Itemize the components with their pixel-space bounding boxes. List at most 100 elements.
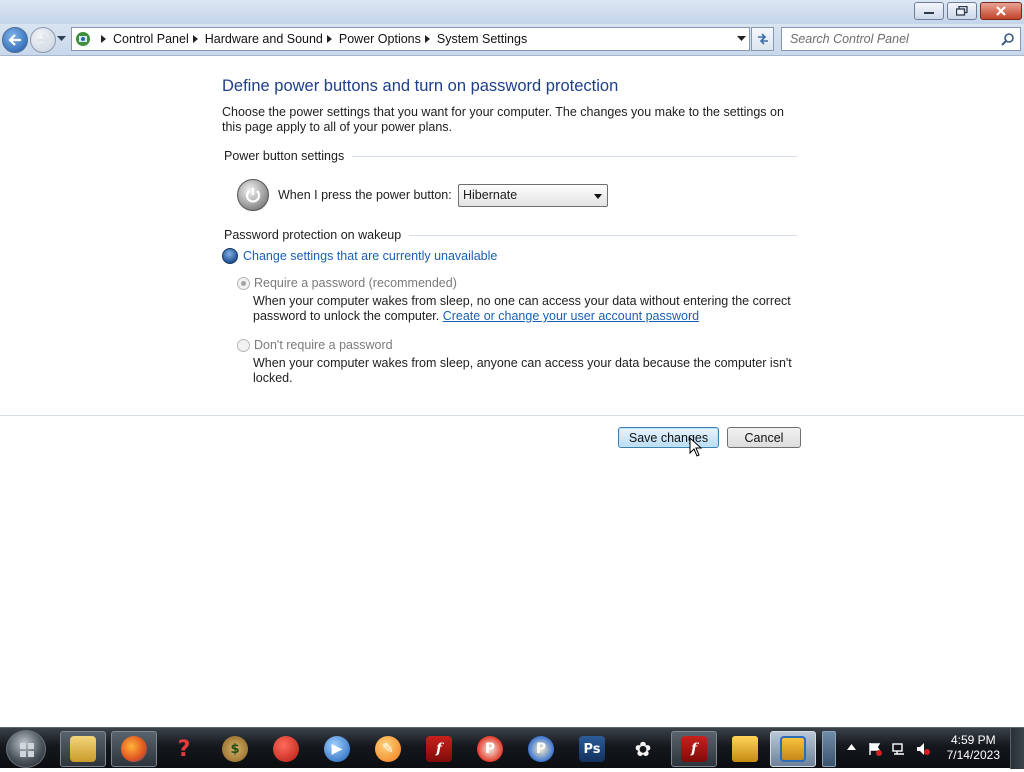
start-button[interactable] — [6, 730, 46, 768]
power-button-setting-row: When I press the power button: Hibernate — [237, 178, 608, 212]
search-input[interactable] — [788, 29, 998, 49]
button-area-divider — [0, 415, 1024, 416]
forward-arrow-icon — [37, 34, 50, 46]
taskbar-firefox[interactable] — [111, 731, 157, 767]
red-creature-icon — [273, 736, 299, 762]
cancel-button[interactable]: Cancel — [727, 427, 801, 448]
network-icon[interactable] — [892, 742, 906, 756]
taskbar-money-app[interactable]: $ — [212, 731, 258, 767]
dont-require-password-option: Don't require a password When your compu… — [237, 338, 793, 386]
search-box[interactable] — [781, 27, 1021, 51]
taskbar-red-game[interactable] — [263, 731, 309, 767]
restore-icon — [956, 6, 968, 16]
section-divider — [409, 235, 797, 236]
breadcrumb-power-options[interactable]: Power Options — [339, 32, 437, 46]
radio-description: When your computer wakes from sleep, no … — [253, 294, 793, 324]
taskbar-p-app-red[interactable]: P — [467, 731, 513, 767]
p-letter-icon: P — [477, 736, 503, 762]
close-button[interactable] — [980, 2, 1022, 20]
flower-icon: ✿ — [634, 737, 652, 761]
power-button-action-select[interactable]: Hibernate — [458, 183, 608, 207]
taskbar-flower-game[interactable]: ✿ — [620, 731, 666, 767]
refresh-button[interactable] — [751, 27, 774, 51]
create-password-link[interactable]: Create or change your user account passw… — [443, 309, 699, 323]
radio-description: When your computer wakes from sleep, any… — [253, 356, 792, 385]
system-tray: 4:59 PM 7/14/2023 — [840, 728, 1024, 769]
breadcrumb-label: Hardware and Sound — [204, 32, 323, 46]
change-unavailable-settings-link[interactable]: Change settings that are currently unava… — [222, 248, 497, 264]
page-description: Choose the power settings that you want … — [222, 105, 784, 134]
change-settings-link-label[interactable]: Change settings that are currently unava… — [243, 249, 497, 263]
chevron-down-icon — [594, 193, 602, 199]
back-arrow-icon — [8, 34, 21, 46]
volume-muted-icon[interactable] — [916, 742, 930, 756]
windows-logo-icon — [20, 743, 34, 757]
taskbar-windows-media-player[interactable]: ▶ — [314, 731, 360, 767]
flash-icon: f — [426, 736, 452, 762]
photoshop-icon: Ps — [579, 736, 605, 762]
save-changes-button[interactable]: Save changes — [618, 427, 719, 448]
taskbar-flash-player[interactable]: f — [416, 731, 462, 767]
mouse-cursor-icon — [689, 437, 702, 457]
section-heading-label: Password protection on wakeup — [224, 228, 402, 242]
firefox-icon — [121, 736, 147, 762]
taskbar-writing-app[interactable]: ✎ — [365, 731, 411, 767]
minimize-icon — [924, 12, 934, 14]
pen-icon: ✎ — [375, 736, 401, 762]
back-button[interactable] — [2, 27, 28, 53]
taskbar-p-app-blue[interactable]: P — [518, 731, 564, 767]
breadcrumb-separator[interactable] — [97, 35, 113, 43]
taskbar-gold-app[interactable] — [722, 731, 768, 767]
folder-icon — [70, 736, 96, 762]
show-hidden-icons-icon[interactable] — [847, 744, 856, 750]
breadcrumb-label: Control Panel — [113, 32, 189, 46]
windows-logo-icon: ▶ — [324, 736, 350, 762]
taskbar-windows-explorer[interactable] — [60, 731, 106, 767]
breadcrumb-label: Power Options — [338, 32, 421, 46]
address-bar[interactable]: Control Panel Hardware and Sound Power O… — [71, 27, 750, 51]
taskbar-flash-player-2[interactable]: f — [671, 731, 717, 767]
recent-pages-dropdown-icon[interactable] — [57, 36, 66, 42]
power-button-label: When I press the power button: — [278, 188, 452, 202]
breadcrumb-label: System Settings — [436, 32, 528, 46]
action-center-flag-icon[interactable] — [868, 742, 882, 756]
password-protection-heading: Password protection on wakeup — [224, 228, 797, 242]
chevron-right-icon — [424, 35, 430, 43]
breadcrumb-system-settings[interactable]: System Settings — [437, 32, 527, 46]
taskbar-control-panel-window[interactable] — [770, 731, 816, 767]
control-panel-icon — [75, 31, 91, 47]
money-bag-icon: $ — [222, 736, 248, 762]
require-password-option: Require a password (recommended) When yo… — [237, 276, 793, 324]
dont-require-password-radio[interactable] — [237, 338, 250, 352]
navigation-bar: Control Panel Hardware and Sound Power O… — [0, 24, 1024, 56]
radio-label: Don't require a password — [254, 338, 393, 352]
window-controls — [914, 2, 1022, 20]
power-icon — [237, 179, 269, 211]
chevron-right-icon — [192, 35, 198, 43]
scroll-icon — [732, 736, 758, 762]
search-icon[interactable] — [1001, 32, 1015, 46]
restore-button[interactable] — [947, 2, 977, 20]
require-password-radio[interactable] — [237, 276, 250, 290]
p-letter-icon: P — [528, 736, 554, 762]
radio-label: Require a password (recommended) — [254, 276, 457, 290]
show-desktop-button[interactable] — [1010, 728, 1024, 769]
chevron-right-icon — [101, 35, 106, 43]
chevron-right-icon — [326, 35, 332, 43]
power-button-settings-heading: Power button settings — [224, 149, 797, 163]
main-content: Define power buttons and turn on passwor… — [0, 57, 1024, 727]
taskbar-scroll-indicator[interactable] — [822, 731, 836, 767]
address-dropdown-icon[interactable] — [737, 36, 746, 42]
selected-value: Hibernate — [463, 188, 518, 202]
breadcrumb-control-panel[interactable]: Control Panel — [113, 32, 205, 46]
taskbar: ? $ ▶ ✎ f P P Ps ✿ f 4:59 PM 7/14/2023 — [0, 727, 1024, 769]
forward-button[interactable] — [30, 27, 56, 53]
breadcrumb-hardware-and-sound[interactable]: Hardware and Sound — [205, 32, 339, 46]
taskbar-photoshop[interactable]: Ps — [569, 731, 615, 767]
refresh-icon — [757, 33, 768, 45]
taskbar-quiz-app[interactable]: ? — [161, 731, 207, 767]
clock[interactable]: 4:59 PM 7/14/2023 — [947, 733, 1000, 763]
window-icon — [780, 736, 806, 762]
minimize-button[interactable] — [914, 2, 944, 20]
clock-time: 4:59 PM — [950, 733, 996, 747]
